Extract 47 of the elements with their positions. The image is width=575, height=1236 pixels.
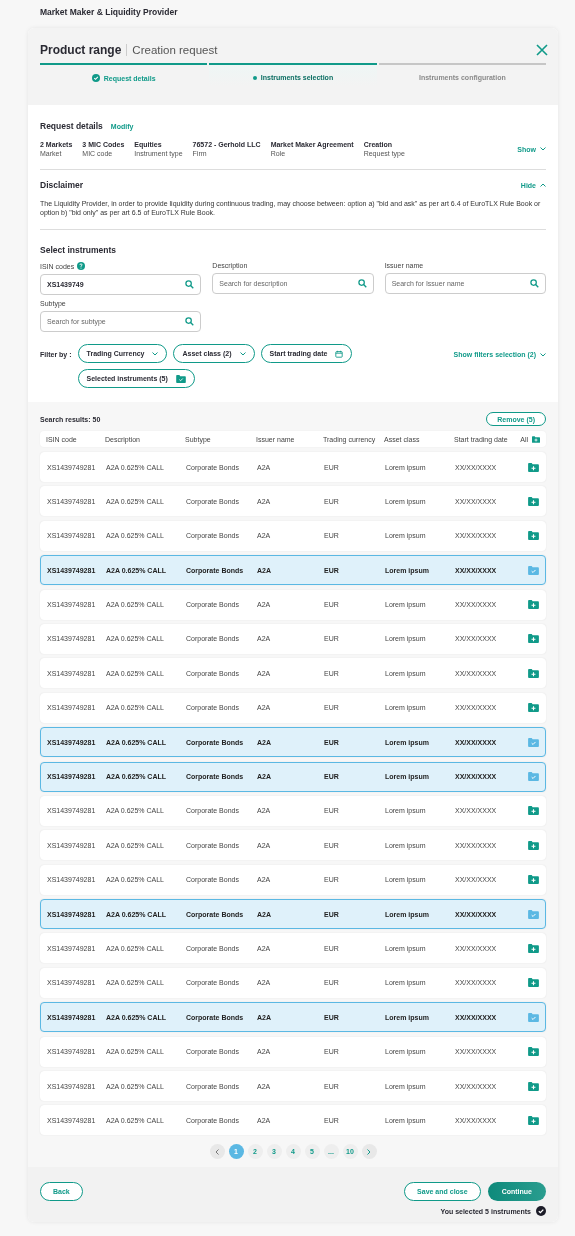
search-icon bbox=[185, 317, 195, 326]
page-title: Market Maker & Liquidity Provider bbox=[40, 6, 179, 19]
folder-check-icon bbox=[175, 374, 186, 383]
chevron-down-icon bbox=[540, 352, 546, 357]
check-circle-icon bbox=[91, 74, 100, 82]
dot-icon bbox=[252, 75, 257, 80]
close-icon[interactable] bbox=[536, 44, 548, 56]
chevron-down-icon bbox=[239, 351, 246, 356]
folder-plus-icon[interactable] bbox=[528, 496, 539, 506]
section-title: Request details bbox=[40, 121, 103, 131]
help-icon[interactable] bbox=[77, 262, 86, 270]
folder-check-icon[interactable] bbox=[528, 1012, 539, 1022]
search-icon bbox=[530, 279, 539, 288]
folder-plus-icon[interactable] bbox=[528, 462, 539, 472]
modal-title: Product range bbox=[40, 44, 128, 56]
previous-page-button[interactable] bbox=[209, 1144, 225, 1160]
chevron-down-icon bbox=[152, 351, 159, 356]
chevron-left-icon bbox=[215, 1148, 219, 1155]
modal-subtitle: Creation request bbox=[132, 44, 218, 56]
folder-plus-icon[interactable] bbox=[528, 875, 539, 885]
search-icon bbox=[357, 279, 367, 288]
search-icon bbox=[185, 280, 195, 289]
section-title: Select instruments bbox=[40, 245, 118, 255]
folder-plus-icon[interactable] bbox=[528, 703, 539, 713]
folder-plus-icon[interactable] bbox=[528, 1081, 539, 1091]
folder-check-icon[interactable] bbox=[528, 772, 539, 781]
folder-plus-icon[interactable] bbox=[528, 978, 539, 988]
folder-check-icon[interactable] bbox=[528, 565, 539, 575]
next-page-button[interactable] bbox=[361, 1144, 377, 1160]
calendar-icon bbox=[335, 349, 344, 358]
section-title: Disclaimer bbox=[40, 180, 83, 190]
folder-plus-icon[interactable] bbox=[528, 668, 539, 678]
folder-plus-icon[interactable] bbox=[528, 600, 539, 610]
check-circle-icon bbox=[536, 1206, 546, 1217]
chevron-down-icon bbox=[540, 147, 546, 151]
folder-plus-icon[interactable] bbox=[528, 634, 539, 644]
folder-plus-icon[interactable] bbox=[532, 435, 540, 443]
folder-check-icon[interactable] bbox=[528, 909, 539, 919]
folder-plus-icon[interactable] bbox=[528, 1115, 539, 1125]
folder-plus-icon[interactable] bbox=[528, 531, 539, 541]
folder-plus-icon[interactable] bbox=[528, 1047, 539, 1057]
folder-check-icon[interactable] bbox=[528, 737, 539, 747]
folder-plus-icon[interactable] bbox=[528, 943, 539, 953]
folder-plus-icon[interactable] bbox=[528, 840, 539, 850]
chevron-right-icon bbox=[367, 1148, 371, 1155]
chevron-up-icon bbox=[540, 183, 546, 187]
folder-plus-icon[interactable] bbox=[528, 806, 539, 816]
